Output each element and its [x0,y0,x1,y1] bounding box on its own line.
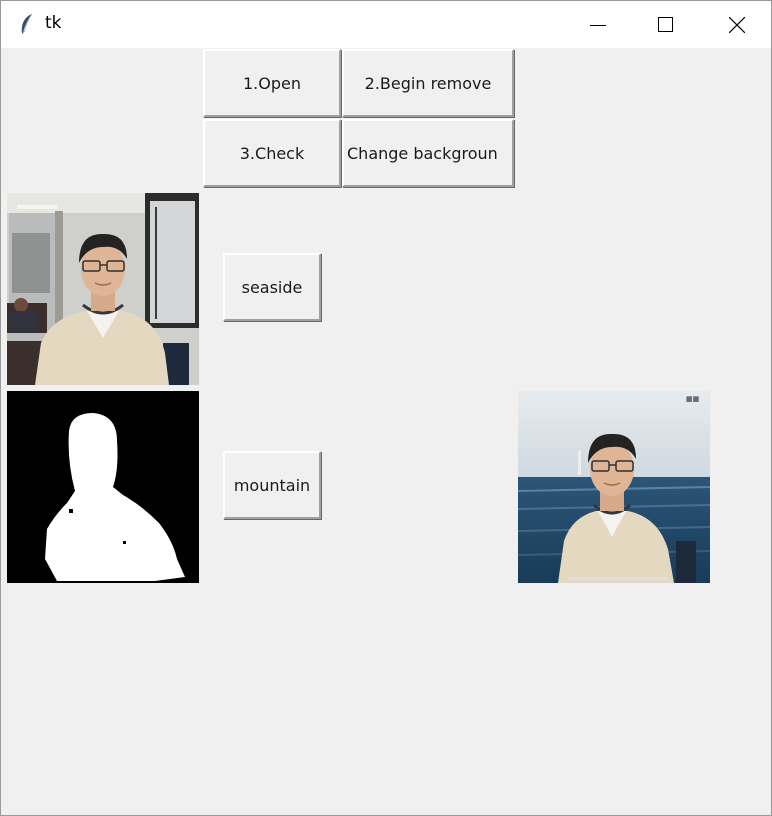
app-window: tk 1.Open 2.Begin remove 3.Check Change … [0,0,772,816]
maximize-button[interactable] [632,1,700,48]
minimize-button[interactable] [564,1,632,48]
begin-remove-button[interactable]: 2.Begin remove [342,49,514,117]
seaside-composite: ▦▦ [518,391,710,583]
close-icon [729,17,745,33]
title-bar[interactable]: tk [1,1,771,48]
minimize-icon [590,25,606,26]
seaside-button[interactable]: seaside [223,253,321,321]
maximize-icon [658,17,673,32]
change-background-button[interactable]: Change backgroun [342,119,514,187]
segmentation-mask [7,391,199,583]
feather-icon [21,13,33,34]
check-button[interactable]: 3.Check [203,119,341,187]
svg-text:▦▦: ▦▦ [686,395,699,403]
open-button[interactable]: 1.Open [203,49,341,117]
original-photo [7,193,199,385]
close-button[interactable] [703,1,771,48]
window-title: tk [45,13,62,33]
mountain-button[interactable]: mountain [223,451,321,519]
